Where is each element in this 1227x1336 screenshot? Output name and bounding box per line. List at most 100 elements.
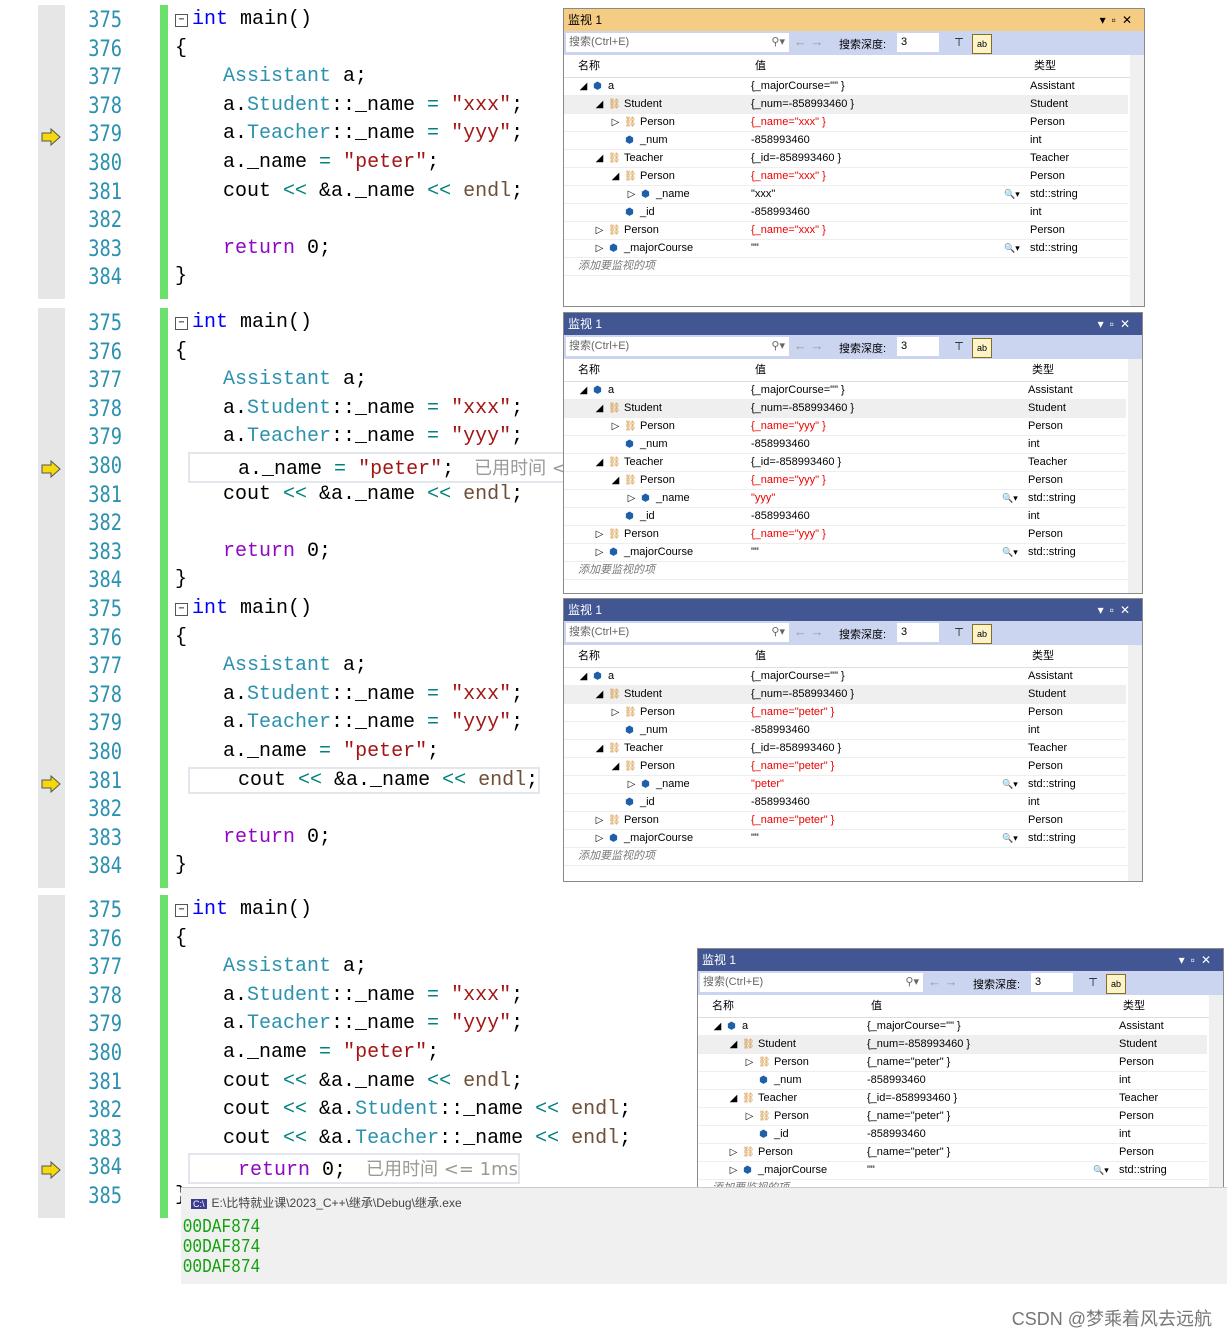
column-header[interactable]: 类型 — [1034, 55, 1056, 77]
breakpoint-margin[interactable] — [38, 594, 65, 888]
watch-row[interactable]: ▷ ⛓ Person {_name="xxx" } Person — [564, 222, 1128, 240]
collapse-toggle[interactable]: − — [175, 14, 188, 27]
watch-title-bar[interactable]: 监视 1 ▾▫✕ — [698, 949, 1223, 971]
watch-value[interactable]: -858993460 — [751, 722, 810, 739]
expanded-arrow-icon[interactable]: ◢ — [594, 740, 605, 757]
watch-row[interactable]: ⬢ _num -858993460 int — [698, 1072, 1207, 1090]
collapsed-arrow-icon[interactable]: ▷ — [728, 1162, 739, 1179]
add-watch-item[interactable]: 添加要监视的项 — [564, 258, 1144, 276]
watch-value[interactable]: {_name="yyy" } — [751, 472, 826, 489]
view-icon[interactable]: ab — [972, 624, 992, 644]
watch-value[interactable]: {_name="peter" } — [867, 1054, 950, 1071]
watch-value[interactable]: "" — [751, 240, 759, 257]
watch-row[interactable]: ◢ ⛓ Teacher {_id=-858993460 } Teacher — [564, 150, 1128, 168]
watch-value[interactable]: "" — [751, 830, 759, 847]
collapsed-arrow-icon[interactable]: ▷ — [594, 222, 605, 239]
watch-row[interactable]: ▷ ⬢ _majorCourse "" 🔍▾ std::string — [564, 544, 1126, 562]
collapse-toggle[interactable]: − — [175, 603, 188, 616]
watch-row[interactable]: ⬢ _num -858993460 int — [564, 722, 1126, 740]
view-icon[interactable]: ab — [972, 34, 992, 54]
column-header[interactable]: 名称 — [578, 645, 600, 667]
watch-row[interactable]: ▷ ⛓ Person {_name="peter" } Person — [698, 1144, 1207, 1162]
text-visualizer-icon[interactable]: 🔍▾ — [1093, 1162, 1109, 1179]
search-input[interactable]: 搜索(Ctrl+E) ⚲▾ — [566, 623, 789, 642]
vertical-scrollbar[interactable] — [1128, 645, 1142, 881]
watch-value[interactable]: {_majorCourse="" } — [751, 668, 845, 685]
watch-title-bar[interactable]: 监视 1 ▾▫✕ — [564, 599, 1142, 621]
column-header[interactable]: 名称 — [712, 995, 734, 1017]
watch-value[interactable]: "" — [867, 1162, 875, 1179]
watch-row[interactable]: ▷ ⛓ Person {_name="yyy" } Person — [564, 418, 1126, 436]
close-icon[interactable]: ✕ — [1201, 953, 1217, 967]
watch-row[interactable]: ◢ ⛓ Person {_name="xxx" } Person — [564, 168, 1128, 186]
column-header[interactable]: 值 — [871, 995, 882, 1017]
watch-row[interactable]: ▷ ⛓ Person {_name="xxx" } Person — [564, 114, 1128, 132]
expanded-arrow-icon[interactable]: ◢ — [610, 758, 621, 775]
watch-value[interactable]: {_num=-858993460 } — [751, 686, 854, 703]
watch-value[interactable]: {_id=-858993460 } — [751, 150, 841, 167]
expanded-arrow-icon[interactable]: ◢ — [594, 150, 605, 167]
watch-row[interactable]: ▷ ⬢ _name "peter" 🔍▾ std::string — [564, 776, 1126, 794]
search-input[interactable]: 搜索(Ctrl+E) ⚲▾ — [566, 33, 789, 52]
expanded-arrow-icon[interactable]: ◢ — [728, 1090, 739, 1107]
watch-row[interactable]: ⬢ _id -858993460 int — [564, 794, 1126, 812]
watch-row[interactable]: ▷ ⛓ Person {_name="peter" } Person — [698, 1108, 1207, 1126]
watch-value[interactable]: "peter" — [751, 776, 784, 793]
column-header[interactable]: 值 — [755, 55, 766, 77]
watch-row[interactable]: ◢ ⛓ Student {_num=-858993460 } Student — [564, 400, 1126, 418]
watch-title-bar[interactable]: 监视 1 ▾▫✕ — [564, 313, 1142, 335]
watch-value[interactable]: {_id=-858993460 } — [867, 1090, 957, 1107]
watch-value[interactable]: -858993460 — [751, 132, 810, 149]
watch-row[interactable]: ▷ ⬢ _majorCourse "" 🔍▾ std::string — [564, 830, 1126, 848]
search-input[interactable]: 搜索(Ctrl+E) ⚲▾ — [566, 337, 789, 356]
breakpoint-margin[interactable] — [38, 308, 65, 602]
watch-value[interactable]: {_name="xxx" } — [751, 222, 826, 239]
back-forward-icon[interactable]: ← → — [794, 338, 824, 353]
collapsed-arrow-icon[interactable]: ▷ — [626, 186, 637, 203]
watch-row[interactable]: ◢ ⬢ a {_majorCourse="" } Assistant — [564, 78, 1128, 96]
back-forward-icon[interactable]: ← → — [794, 624, 824, 639]
collapsed-arrow-icon[interactable]: ▷ — [610, 114, 621, 131]
filter-icon[interactable]: ⊤ — [950, 34, 968, 52]
watch-row[interactable]: ⬢ _id -858993460 int — [564, 204, 1128, 222]
watch-value[interactable]: {_name="peter" } — [751, 758, 834, 775]
collapsed-arrow-icon[interactable]: ▷ — [610, 418, 621, 435]
close-icon[interactable]: ✕ — [1122, 13, 1138, 27]
watch-value[interactable]: -858993460 — [751, 436, 810, 453]
vertical-scrollbar[interactable] — [1128, 359, 1142, 593]
watch-row[interactable]: ◢ ⬢ a {_majorCourse="" } Assistant — [698, 1018, 1207, 1036]
expanded-arrow-icon[interactable]: ◢ — [594, 686, 605, 703]
breakpoint-margin[interactable] — [38, 5, 65, 299]
watch-row[interactable]: ⬢ _id -858993460 int — [564, 508, 1126, 526]
watch-row[interactable]: ▷ ⛓ Person {_name="yyy" } Person — [564, 526, 1126, 544]
collapsed-arrow-icon[interactable]: ▷ — [594, 830, 605, 847]
expanded-arrow-icon[interactable]: ◢ — [594, 454, 605, 471]
expanded-arrow-icon[interactable]: ◢ — [578, 78, 589, 95]
watch-row[interactable]: ▷ ⛓ Person {_name="peter" } Person — [564, 812, 1126, 830]
watch-value[interactable]: {_majorCourse="" } — [751, 78, 845, 95]
column-header[interactable]: 名称 — [578, 55, 600, 77]
search-depth-dropdown[interactable]: 3 — [897, 623, 939, 642]
watch-row[interactable]: ▷ ⛓ Person {_name="peter" } Person — [564, 704, 1126, 722]
watch-row[interactable]: ▷ ⛓ Person {_name="peter" } Person — [698, 1054, 1207, 1072]
expanded-arrow-icon[interactable]: ◢ — [594, 400, 605, 417]
text-visualizer-icon[interactable]: 🔍▾ — [1004, 186, 1020, 203]
column-header[interactable]: 类型 — [1123, 995, 1145, 1017]
filter-icon[interactable]: ⊤ — [950, 338, 968, 356]
dropdown-icon[interactable]: ▾ — [1179, 953, 1191, 967]
maximize-icon[interactable]: ▫ — [1191, 953, 1201, 967]
collapse-toggle[interactable]: − — [175, 904, 188, 917]
watch-value[interactable]: {_name="peter" } — [867, 1144, 950, 1161]
expanded-arrow-icon[interactable]: ◢ — [578, 382, 589, 399]
watch-value[interactable]: {_name="peter" } — [867, 1108, 950, 1125]
back-forward-icon[interactable]: ← → — [794, 34, 824, 49]
watch-row[interactable]: ◢ ⬢ a {_majorCourse="" } Assistant — [564, 382, 1126, 400]
expanded-arrow-icon[interactable]: ◢ — [594, 96, 605, 113]
watch-row[interactable]: ◢ ⛓ Teacher {_id=-858993460 } Teacher — [564, 740, 1126, 758]
collapsed-arrow-icon[interactable]: ▷ — [744, 1054, 755, 1071]
text-visualizer-icon[interactable]: 🔍▾ — [1002, 490, 1018, 507]
dropdown-icon[interactable]: ▾ — [1098, 317, 1110, 331]
watch-row[interactable]: ◢ ⬢ a {_majorCourse="" } Assistant — [564, 668, 1126, 686]
watch-title-bar[interactable]: 监视 1 ▾▫✕ — [564, 9, 1144, 31]
watch-row[interactable]: ◢ ⛓ Person {_name="yyy" } Person — [564, 472, 1126, 490]
